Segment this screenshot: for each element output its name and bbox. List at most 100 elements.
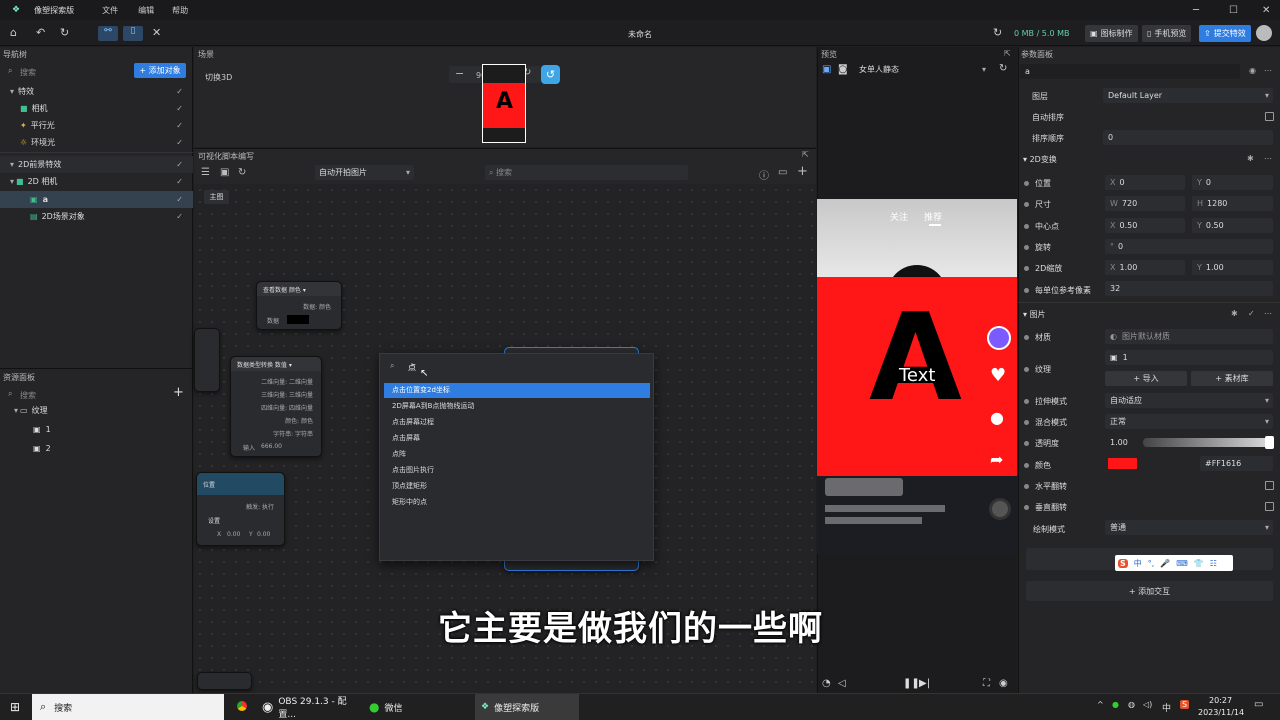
scene-thumbnail[interactable]: A	[482, 64, 526, 143]
effect-avatar-icon[interactable]	[987, 326, 1011, 350]
add-node-icon[interactable]: +	[797, 164, 808, 179]
sogou-logo-icon[interactable]: S	[1118, 558, 1128, 568]
add-object-button[interactable]: + 添加对象	[134, 63, 186, 78]
phone-preview-button[interactable]: ▯ 手机预览	[1142, 25, 1192, 42]
nav-item-effects[interactable]: ▾ 特效 ✓	[0, 83, 193, 100]
node-y-value[interactable]: 0.00	[257, 531, 270, 538]
visible-check-icon[interactable]: ✓	[176, 138, 183, 147]
submit-effect-button[interactable]: ⇪ 提交特效	[1199, 25, 1251, 42]
panel-icon[interactable]: ▭	[778, 167, 787, 178]
opacity-slider-handle[interactable]	[1265, 436, 1274, 449]
minimize-icon[interactable]: ─	[1193, 5, 1199, 16]
keyboard-icon[interactable]: ⌨	[1176, 559, 1188, 568]
nav-item-ambient-light[interactable]: ☼ 环境光 ✓	[0, 134, 193, 151]
node-search-field[interactable]: 点	[408, 362, 416, 373]
help-badge-icon[interactable]: ↺	[541, 65, 560, 84]
flip-x-checkbox[interactable]	[1265, 481, 1274, 490]
redo-icon[interactable]: ↻	[60, 26, 69, 39]
add-asset-icon[interactable]: +	[173, 385, 184, 400]
preview-mode-icon[interactable]: ▣	[822, 64, 831, 75]
microphone-icon[interactable]: 🎤	[1160, 559, 1170, 568]
node-partial-bottom[interactable]	[197, 672, 252, 690]
check-icon[interactable]: ✓	[1248, 309, 1255, 318]
color-swatch[interactable]	[287, 315, 309, 324]
windows-start-icon[interactable]: ⊞	[10, 700, 20, 714]
section-settings-icon[interactable]: ✱	[1247, 154, 1254, 163]
clock-date[interactable]: 2023/11/14	[1198, 708, 1244, 717]
menu-edit[interactable]: 编辑	[138, 5, 154, 16]
record-icon[interactable]: ◉	[999, 678, 1008, 689]
search-result-item[interactable]: 点阵	[384, 447, 650, 462]
search-result-item[interactable]: 点击图片执行	[384, 463, 650, 478]
object-name-field[interactable]: a	[1020, 64, 1240, 79]
refresh-icon[interactable]: ↻	[238, 167, 246, 178]
node-x-value[interactable]: 0.00	[227, 531, 240, 538]
maximize-icon[interactable]: ☐	[1229, 5, 1238, 16]
nav-item-2d-foreground[interactable]: ▾ 2D前景特效 ✓	[0, 156, 193, 173]
node-view-data-color[interactable]: 查看数据 颜色 ▾ 数据: 颜色 数据	[256, 281, 342, 330]
nav-item-2d-scene-object[interactable]: ▤ 2D场景对象 ✓	[0, 208, 193, 225]
toggle-3d-button[interactable]: 切换3D	[205, 72, 232, 83]
close-icon[interactable]: ✕	[1262, 5, 1270, 16]
script-search-input[interactable]: ⌕ 搜索	[485, 165, 688, 180]
model-dropdown[interactable]: 女单人静态 ▾	[855, 63, 990, 77]
tray-network-icon[interactable]: ◍	[1128, 700, 1135, 709]
tray-sogou-icon[interactable]: S	[1180, 700, 1190, 709]
comment-icon[interactable]: ●	[990, 408, 1004, 427]
share-icon[interactable]: ➦	[990, 450, 1003, 469]
add-interaction-button[interactable]: + 添加交互	[1026, 581, 1273, 601]
search-result-item[interactable]: 点击屏幕	[384, 431, 650, 446]
tray-chevron-up-icon[interactable]: ^	[1097, 700, 1104, 709]
material-field[interactable]: ◐ 图片默认材质	[1105, 329, 1273, 344]
scale-y-field[interactable]: Y 1.00	[1192, 260, 1273, 275]
node-position[interactable]: 位置 触发: 执行 设置 X 0.00 Y 0.00	[196, 472, 285, 546]
start-event-dropdown[interactable]: 自动开拍图片 ▾	[315, 165, 414, 180]
capture-icon[interactable]: ⛶	[983, 678, 990, 689]
ime-punct[interactable]: °,	[1148, 559, 1155, 568]
menu-help[interactable]: 帮助	[172, 5, 188, 16]
camera-icon[interactable]: ◙	[838, 64, 848, 75]
nav-search-input[interactable]: 搜索	[20, 67, 36, 78]
search-result-item[interactable]: 顶点建矩形	[384, 479, 650, 494]
phone-view-icon[interactable]: ▯	[123, 26, 143, 41]
nav-item-a[interactable]: ▣ a ✓	[0, 191, 193, 208]
expand-icon[interactable]: ⇱	[802, 150, 809, 159]
section-settings-icon[interactable]: ✱	[1231, 309, 1238, 318]
list-icon[interactable]: ☰	[201, 167, 210, 178]
import-button[interactable]: + 导入	[1105, 371, 1187, 386]
info-icon[interactable]: ⓘ	[759, 167, 769, 182]
auto-sort-checkbox[interactable]	[1265, 112, 1274, 121]
avatar[interactable]	[1256, 25, 1272, 41]
image-icon[interactable]: ▣	[220, 167, 229, 178]
flip-y-checkbox[interactable]	[1265, 502, 1274, 511]
node-input-value[interactable]: 666.00	[261, 443, 282, 450]
expand-icon[interactable]: ⇱	[1004, 49, 1011, 58]
position-x-field[interactable]: X0	[1105, 175, 1185, 190]
asset-item-2[interactable]: ▣ 2	[0, 440, 193, 457]
search-result-item[interactable]: 点击位置变2d坐标	[384, 383, 650, 398]
grid-icon[interactable]: ☷	[1210, 559, 1217, 568]
like-icon[interactable]: ♥	[990, 365, 1006, 386]
music-disc-icon[interactable]	[989, 498, 1011, 520]
nav-item-camera[interactable]: ■ 相机 ✓	[0, 100, 193, 117]
menu-file[interactable]: 文件	[102, 5, 118, 16]
node-view-icon[interactable]: ⚯	[98, 26, 118, 41]
rotation-field[interactable]: ° 0	[1105, 239, 1273, 254]
taskbar-search[interactable]: ⌕ 搜索	[32, 694, 224, 720]
color-hex-field[interactable]: #FF1616	[1200, 456, 1273, 471]
tray-volume-icon[interactable]: ◁)	[1143, 700, 1152, 709]
node-partial-left[interactable]	[194, 328, 220, 392]
opacity-slider[interactable]	[1143, 438, 1273, 447]
icon-make-button[interactable]: ▣ 图标制作	[1085, 25, 1138, 42]
tray-wechat-icon[interactable]: ●	[1112, 700, 1119, 709]
next-frame-icon[interactable]: ▶|	[919, 678, 930, 689]
node-type-convert[interactable]: 数据类型转换 数值 ▾ 二维向量: 二维向量 三维向量: 三维向量 四维向量: …	[230, 356, 322, 457]
asset-folder-texture[interactable]: ▾ ▭ 纹理	[0, 402, 193, 419]
ime-lang[interactable]: 中	[1134, 558, 1142, 569]
skin-icon[interactable]: 👕	[1194, 559, 1204, 568]
taskbar-obs[interactable]: ◉ OBS 29.1.3 - 配置...	[262, 694, 364, 720]
visible-check-icon[interactable]: ✓	[176, 212, 183, 221]
opacity-field[interactable]: 1.00	[1105, 435, 1139, 450]
pivot-x-field[interactable]: X 0.50	[1105, 218, 1185, 233]
search-result-item[interactable]: 2D屏幕A到B点抛物线运动	[384, 399, 650, 414]
